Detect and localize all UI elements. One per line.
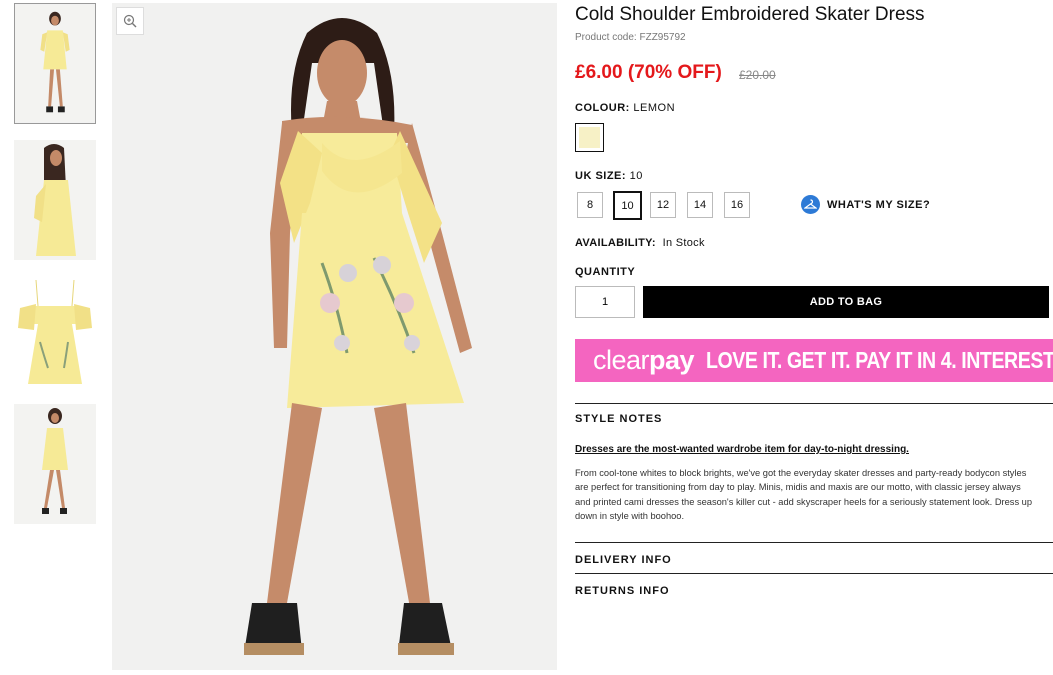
product-code: Product code: FZZ95792	[575, 32, 686, 43]
delivery-info-title[interactable]: DELIVERY INFO	[575, 554, 1053, 566]
main-product-photo	[112, 3, 557, 670]
swatch-fill	[579, 127, 600, 148]
thumbnail-front-alt-image	[14, 404, 96, 524]
clearpay-message: LOVE IT. GET IT. PAY IT IN 4. INTEREST F…	[706, 347, 1053, 373]
thumbnail-flat[interactable]	[14, 272, 96, 392]
zoom-in-icon	[123, 14, 137, 28]
availability-row: AVAILABILITY: In Stock	[575, 237, 705, 249]
sale-price: £6.00 (70% OFF)	[575, 62, 722, 83]
clearpay-banner[interactable]: clearpay LOVE IT. GET IT. PAY IT IN 4. I…	[575, 339, 1053, 382]
size-row: UK SIZE: 10	[575, 170, 643, 182]
thumbnail-side-image	[14, 140, 96, 260]
thumbnail-flat-image	[14, 272, 96, 392]
returns-info-title[interactable]: RETURNS INFO	[575, 585, 1053, 597]
size-option-16[interactable]: 16	[724, 192, 750, 218]
size-guide-label: WHAT'S MY SIZE?	[827, 198, 931, 211]
colour-row: COLOUR: LEMON	[575, 102, 675, 114]
quantity-input[interactable]	[575, 286, 635, 318]
availability-label: AVAILABILITY:	[575, 237, 656, 249]
thumbnail-front-alt[interactable]	[14, 404, 96, 524]
thumbnail-front-full[interactable]	[14, 3, 96, 124]
style-notes-section: STYLE NOTES	[575, 403, 1053, 425]
delivery-info-section[interactable]: DELIVERY INFO	[575, 542, 1053, 566]
product-info-panel: Cold Shoulder Embroidered Skater Dress P…	[575, 0, 1053, 675]
size-option-10[interactable]: 10	[613, 191, 642, 220]
colour-value: LEMON	[633, 102, 676, 114]
size-value: 10	[629, 170, 643, 182]
style-notes-body: From cool-tone whites to block brights, …	[575, 468, 1033, 522]
returns-info-section[interactable]: RETURNS INFO	[575, 573, 1053, 597]
size-option-8[interactable]: 8	[577, 192, 603, 218]
clearpay-logo-light: clear	[593, 345, 650, 375]
hanger-icon	[801, 195, 820, 214]
size-option-14[interactable]: 14	[687, 192, 713, 218]
clearpay-logo: clearpay	[593, 345, 695, 376]
size-option-12[interactable]: 12	[650, 192, 676, 218]
quantity-label: QUANTITY	[575, 266, 636, 278]
thumbnail-side[interactable]	[14, 140, 96, 260]
availability-value: In Stock	[662, 237, 705, 249]
add-to-bag-button[interactable]: ADD TO BAG	[643, 286, 1049, 318]
zoom-button[interactable]	[116, 7, 144, 35]
colour-label: COLOUR:	[575, 102, 630, 114]
size-label: UK SIZE:	[575, 170, 627, 182]
colour-swatch-lemon[interactable]	[575, 123, 604, 152]
size-guide-link[interactable]: WHAT'S MY SIZE?	[801, 195, 930, 214]
style-notes-headline: Dresses are the most-wanted wardrobe ite…	[575, 444, 909, 455]
clearpay-logo-bold: pay	[649, 345, 695, 375]
main-product-image[interactable]	[112, 3, 557, 670]
thumbnail-front-full-image	[15, 4, 95, 123]
product-title: Cold Shoulder Embroidered Skater Dress	[575, 4, 925, 25]
style-notes-title[interactable]: STYLE NOTES	[575, 413, 1053, 425]
original-price: £20.00	[739, 68, 776, 82]
